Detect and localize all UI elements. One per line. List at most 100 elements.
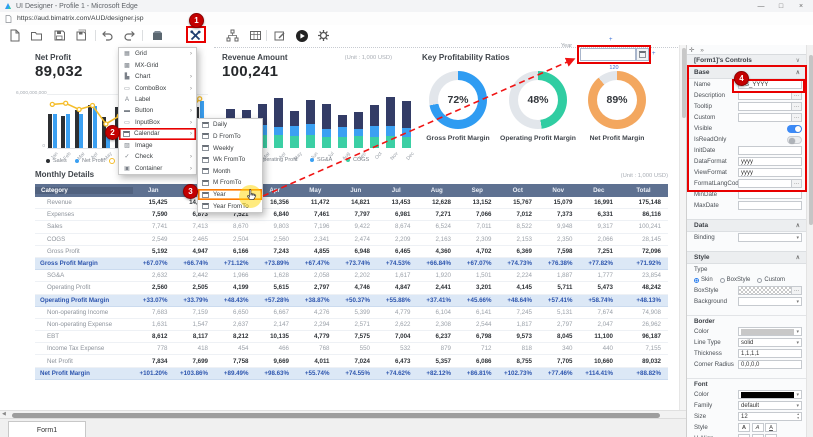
panel-dock-icons[interactable]: ✛ » [689, 46, 706, 54]
binding-input[interactable]: ▾ [738, 232, 802, 243]
scroll-left-arrow-icon[interactable]: ◀ [2, 411, 6, 417]
tab-form1[interactable]: Form1 [8, 421, 86, 437]
save-all-button[interactable] [74, 28, 89, 43]
settings-button[interactable] [316, 28, 331, 43]
family-input[interactable]: default ▾ [738, 400, 802, 411]
panel-scrollbar-thumb[interactable] [808, 55, 813, 225]
calendar-icon [202, 168, 209, 175]
maxdate-input[interactable] [738, 200, 802, 211]
open-button[interactable] [29, 28, 44, 43]
bold-button[interactable]: A [738, 422, 750, 433]
italic-button[interactable]: A [751, 422, 764, 433]
spinner-buttons[interactable]: ▴ ▾ [797, 413, 799, 420]
viewformat-input[interactable]: yyyy [738, 167, 802, 178]
underline-button[interactable]: A [765, 422, 777, 433]
formatlangcode-input[interactable] [738, 178, 792, 189]
ellipsis-button[interactable]: ··· [792, 90, 802, 101]
color-input[interactable]: ▾ [738, 389, 802, 400]
submenu-item-wk-fromto[interactable]: Wk FromTo [198, 154, 262, 166]
property-row-binding: Binding ▾ [687, 232, 807, 243]
ellipsis-button[interactable]: ··· [792, 112, 802, 123]
maximize-button[interactable]: □ [771, 3, 791, 10]
new-file-button[interactable] [7, 28, 22, 43]
initdate-input[interactable] [738, 145, 802, 156]
submenu-item-weekly[interactable]: Weekly [198, 142, 262, 154]
close-button[interactable]: × [791, 3, 811, 10]
color-input[interactable]: ▾ [738, 326, 802, 337]
submenu-item-daily[interactable]: Daily [198, 119, 262, 131]
menu-item-container[interactable]: ▣ Container › [119, 163, 196, 174]
url-text[interactable]: https://aud.bimatrix.com/AUD/designer.js… [17, 15, 144, 22]
calendar-widget-input[interactable] [580, 48, 636, 61]
column-header: Sep [471, 187, 483, 194]
minimize-button[interactable]: — [751, 3, 771, 10]
property-control: yyyy [738, 167, 802, 178]
menu-item-combobox[interactable]: ▭ ComboBox › [119, 82, 196, 93]
address-bar[interactable]: https://aud.bimatrix.com/AUD/designer.js… [0, 12, 813, 26]
submenu-item-month[interactable]: Month [198, 166, 262, 178]
menu-item-inputbox[interactable]: ▭ InputBox › [119, 117, 196, 128]
menu-item-button[interactable]: ▬ Button › [119, 105, 196, 116]
table-row: Net Profit 7,834 7,699 7,758 9,669 4,011 7,024… [35, 355, 668, 368]
mindate-input[interactable] [738, 189, 802, 200]
panel-header[interactable]: [Form1]'s Controls ∨ [687, 54, 807, 66]
menu-item-mx-grid[interactable]: ▩ MX-Grid [119, 59, 196, 70]
calendar-widget-button[interactable] [636, 48, 649, 61]
table-cell: 2,066 [597, 235, 613, 243]
section-header-style[interactable]: Style ∧ [687, 251, 807, 264]
save-button[interactable] [52, 28, 67, 43]
line-type-input[interactable]: solid ▾ [738, 337, 802, 348]
horizontal-scrollbar-thumb[interactable] [12, 412, 660, 418]
property-label: DataFormat [694, 158, 727, 165]
table-cell: 4,276 [314, 308, 330, 316]
thickness-input[interactable]: 1,1,1,1 [738, 348, 802, 359]
dataformat-input[interactable]: yyyy [738, 156, 802, 167]
boxstyle-input[interactable] [738, 285, 792, 296]
components-button[interactable] [150, 28, 165, 43]
submenu-item-d-fromto[interactable]: D FromTo [198, 131, 262, 143]
visible-toggle[interactable] [787, 124, 802, 133]
ellipsis-button[interactable]: ··· [792, 101, 802, 112]
menu-item-calendar[interactable]: Calendar › [119, 128, 196, 139]
radio-custom[interactable] [757, 277, 763, 283]
table-cell: +82.12% [426, 369, 451, 377]
menu-item-check[interactable]: ✓ Check › [119, 151, 196, 162]
ellipsis-button[interactable]: ··· [792, 285, 802, 296]
description-input[interactable] [738, 90, 792, 101]
chevron-down-icon: ▾ [796, 328, 799, 335]
design-tools-button[interactable] [188, 28, 203, 43]
redo-button[interactable] [122, 28, 137, 43]
input-value: 0,0,0,0 [741, 361, 760, 368]
isreadonly-toggle[interactable] [787, 135, 802, 144]
tooltip-input[interactable] [738, 101, 792, 112]
undo-button[interactable] [100, 28, 115, 43]
table-cell: 15,767 [513, 199, 532, 207]
column-header: Dec [593, 187, 605, 194]
data-grid-button[interactable] [248, 28, 263, 43]
corner-radius-input[interactable]: 0,0,0,0 [738, 359, 802, 370]
run-button[interactable] [294, 28, 309, 43]
custom-input[interactable] [738, 112, 792, 123]
menu-item-grid[interactable]: ▦ Grid › [119, 48, 196, 59]
menu-item-label: MX-Grid [135, 61, 159, 69]
ellipsis-button[interactable]: ··· [792, 178, 802, 189]
menu-item-image[interactable]: ▨ Image [119, 140, 196, 151]
menu-item-chart[interactable]: ▙ Chart › [119, 71, 196, 82]
resize-handle-right[interactable]: + [652, 51, 656, 57]
ratio-donuts: 72% Gross Profit Margin 48% Operating Profi… [420, 48, 684, 167]
radio-skin[interactable] [694, 277, 699, 283]
menu-item-label[interactable]: A Label [119, 94, 196, 105]
panel-scrollbar[interactable] [806, 45, 813, 437]
canvas-vertical-scrollbar-thumb[interactable] [681, 48, 686, 118]
size-input[interactable]: 12 ▴ ▾ [738, 411, 802, 422]
resize-handle-top[interactable]: + [609, 37, 613, 43]
table-cell: 5,399 [354, 308, 370, 316]
table-cell: 466 [278, 345, 289, 353]
edit-button[interactable] [272, 28, 287, 43]
radio-boxstyle[interactable] [719, 277, 725, 283]
legend-label: Net Profit [82, 158, 105, 164]
background-input[interactable]: ▾ [738, 296, 802, 307]
section-header-data[interactable]: Data ∧ [687, 219, 807, 232]
designer-canvas[interactable]: Net Profit 89,032 6,000,000,000 0 Jan Feb… [0, 45, 686, 410]
hierarchy-button[interactable] [225, 28, 240, 43]
